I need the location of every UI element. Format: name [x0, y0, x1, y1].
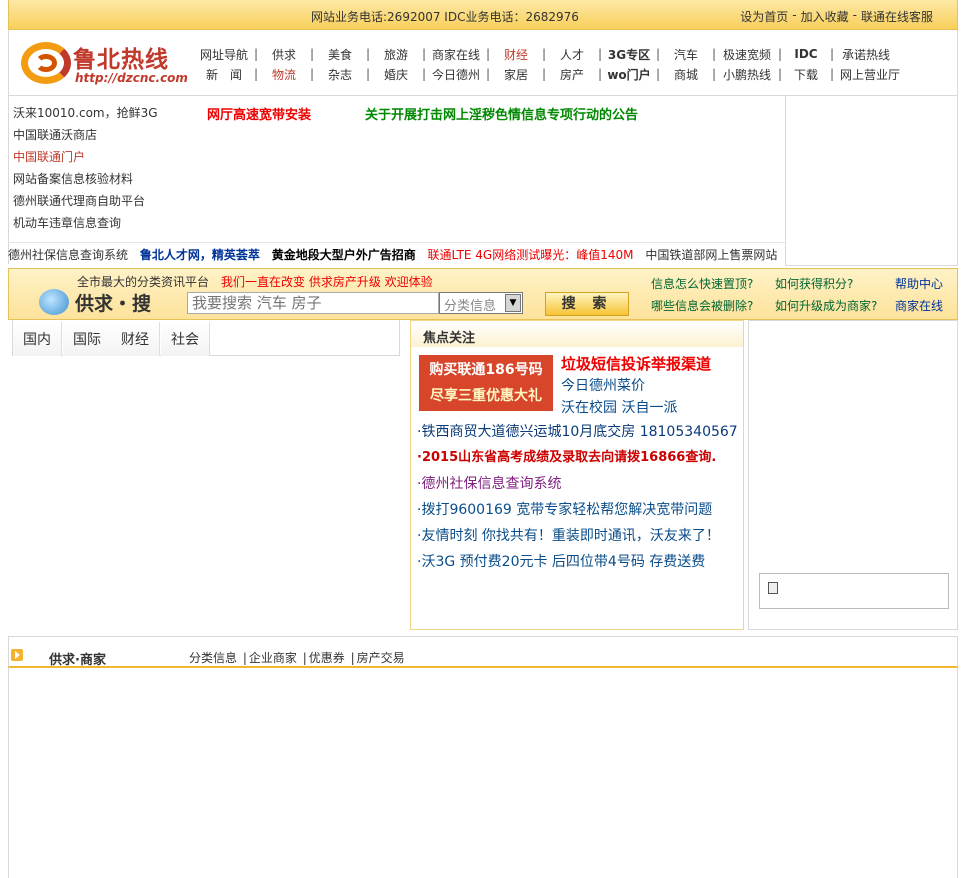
- supply-bar: 供求·商家 分类信息 | 企业商家 | 优惠券 | 房产交易: [8, 636, 958, 668]
- add-favorite-link[interactable]: 加入收藏: [801, 8, 849, 25]
- nav-item[interactable]: wo门户: [607, 66, 651, 83]
- search-input[interactable]: [187, 292, 439, 314]
- nav-item[interactable]: 房产: [551, 66, 593, 83]
- quick-links: 设为首页 - 加入收藏 - 联通在线客服: [740, 8, 933, 25]
- focus-list-item[interactable]: ·友情时刻 你找共有！重装即时通讯，沃友来了！: [417, 523, 738, 549]
- help-center-link[interactable]: 帮助中心: [895, 275, 943, 292]
- nav-item[interactable]: 今日德州: [431, 66, 481, 83]
- online-service-link[interactable]: 联通在线客服: [861, 8, 933, 25]
- promo-banner[interactable]: 购买联通186号码 尽享三重优惠大礼: [419, 355, 553, 411]
- nav-item[interactable]: 承诺热线: [839, 46, 893, 63]
- spam-report-link[interactable]: 垃圾短信投诉举报渠道: [561, 353, 711, 374]
- nav-item[interactable]: 婚庆: [375, 66, 417, 83]
- nav-item[interactable]: 供求: [263, 46, 305, 63]
- nav-item[interactable]: 网址导航: [199, 46, 249, 63]
- help-link[interactable]: 信息怎么快速置顶?: [651, 275, 753, 292]
- supply-content-area: [8, 668, 958, 878]
- focus-link[interactable]: 今日德州菜价: [561, 375, 645, 395]
- nav-item[interactable]: IDC: [787, 47, 825, 61]
- phone-icon: [768, 582, 778, 594]
- set-homepage-link[interactable]: 设为首页: [740, 8, 788, 25]
- nav-row-2: 新 闻 | 物流 | 杂志 | 婚庆 | 今日德州 | 家居 | 房产 | wo门户 | 商城 |…: [199, 64, 951, 84]
- nav-item[interactable]: 商城: [665, 66, 707, 83]
- side-box: [748, 320, 958, 630]
- focus-list-item[interactable]: ·拨打9600169 宽带专家轻松帮您解决宽带问题: [417, 497, 738, 523]
- chevron-down-icon: ▼: [505, 294, 521, 312]
- nav-item[interactable]: 网上营业厅: [839, 66, 901, 83]
- nav-item[interactable]: 财经: [495, 46, 537, 63]
- focus-list-item[interactable]: ·2015山东省高考成绩及录取去向请拨16866查询.: [417, 445, 738, 471]
- service-link[interactable]: 中国联通沃商店: [13, 126, 158, 148]
- nav-item[interactable]: 3G专区: [607, 46, 651, 63]
- ticker-item[interactable]: 鲁北人才网，精英荟萃: [140, 243, 260, 267]
- tab-finance[interactable]: 财经: [111, 322, 160, 356]
- main-nav: 网址导航 | 供求 | 美食 | 旅游 | 商家在线 | 财经 | 人才 | 3G专区 | 汽车…: [199, 44, 951, 84]
- supply-link[interactable]: 优惠券: [309, 651, 345, 665]
- service-link[interactable]: 机动车违章信息查询: [13, 214, 158, 236]
- service-link[interactable]: 中国联通门户: [13, 148, 158, 170]
- merchant-online-link[interactable]: 商家在线: [895, 297, 943, 314]
- search-brand: 供求・搜: [75, 293, 152, 315]
- supply-title: 供求·商家: [49, 653, 106, 668]
- tab-society[interactable]: 社会: [161, 322, 210, 356]
- help-link[interactable]: 如何升级成为商家?: [775, 297, 877, 314]
- service-phone: 网站业务电话:2692007 IDC业务电话：2682976: [311, 10, 579, 24]
- help-link[interactable]: 如何获得积分?: [775, 275, 853, 292]
- nav-item[interactable]: 新 闻: [199, 66, 249, 83]
- focus-title: 焦点关注: [423, 331, 476, 346]
- ticker-item[interactable]: 黄金地段大型户外广告招商: [272, 243, 416, 267]
- nav-item[interactable]: 商家在线: [431, 46, 481, 63]
- link-ticker: 德州社保信息查询系统 鲁北人才网，精英荟萃 黄金地段大型户外广告招商 联通LTE…: [8, 242, 785, 268]
- focus-list-item[interactable]: ·沃3G 预付费20元卡 后四位带4号码 存费送费: [417, 549, 738, 575]
- news-tabs: 国内 国际 财经 社会: [12, 320, 400, 356]
- header: 鲁北热线 http://dzcnc.com 网址导航 | 供求 | 美食 | 旅游 | …: [8, 30, 958, 96]
- ticker-item[interactable]: 德州社保信息查询系统: [8, 243, 128, 267]
- news-area: 沃来10010.com，抢鲜3G 中国联通沃商店 中国联通门户 网站备案信息核验…: [8, 96, 785, 264]
- nav-item[interactable]: 家居: [495, 66, 537, 83]
- help-link[interactable]: 哪些信息会被删除?: [651, 297, 753, 314]
- supply-link[interactable]: 房产交易: [357, 651, 405, 665]
- right-ad-slot: [785, 96, 958, 266]
- tab-international[interactable]: 国际: [63, 322, 112, 356]
- search-slogan: 全市最大的分类资讯平台: [77, 275, 210, 289]
- search-bar: 全市最大的分类资讯平台我们一直在改变 供求房产升级 欢迎体验 供求・搜 分类信息…: [8, 268, 958, 320]
- ticker-item[interactable]: 联通LTE 4G网络测试曝光：峰值140M: [428, 243, 634, 267]
- nav-row-1: 网址导航 | 供求 | 美食 | 旅游 | 商家在线 | 财经 | 人才 | 3G专区 | 汽车…: [199, 44, 951, 64]
- nav-item[interactable]: 旅游: [375, 46, 417, 63]
- focus-list-item[interactable]: ·德州社保信息查询系统: [417, 471, 738, 497]
- arrow-right-icon: [11, 649, 23, 661]
- nav-item[interactable]: 杂志: [319, 66, 361, 83]
- service-link[interactable]: 网站备案信息核验材料: [13, 170, 158, 192]
- focus-list-item[interactable]: ·铁西商贸大道德兴运城10月底交房 18105340567: [417, 419, 738, 445]
- logo-name: 鲁北热线: [73, 46, 169, 73]
- search-slogan-red[interactable]: 我们一直在改变 供求房产升级 欢迎体验: [221, 275, 433, 289]
- nav-item[interactable]: 下载: [787, 66, 825, 83]
- tab-domestic[interactable]: 国内: [13, 322, 62, 356]
- service-link[interactable]: 德州联通代理商自助平台: [13, 192, 158, 214]
- search-button[interactable]: 搜 索: [545, 292, 629, 316]
- focus-panel: 焦点关注 购买联通186号码 尽享三重优惠大礼 垃圾短信投诉举报渠道 今日德州菜…: [410, 320, 744, 630]
- supply-link[interactable]: 企业商家: [249, 651, 297, 665]
- nav-item[interactable]: 美食: [319, 46, 361, 63]
- logo-url: http://dzcnc.com: [75, 71, 188, 85]
- nav-item[interactable]: 汽车: [665, 46, 707, 63]
- nav-item[interactable]: 人才: [551, 46, 593, 63]
- category-select[interactable]: 分类信息 ▼: [439, 292, 523, 314]
- focus-list: ·铁西商贸大道德兴运城10月底交房 18105340567 ·2015山东省高考…: [417, 419, 738, 575]
- nav-item[interactable]: 物流: [263, 66, 305, 83]
- broadband-headline[interactable]: 网厅高速宽带安装: [207, 104, 311, 123]
- ticker-item[interactable]: 中国铁道部网上售票网站: [645, 243, 777, 267]
- service-link[interactable]: 沃来10010.com，抢鲜3G: [13, 104, 158, 126]
- site-logo[interactable]: 鲁北热线 http://dzcnc.com: [21, 38, 188, 88]
- service-links: 沃来10010.com，抢鲜3G 中国联通沃商店 中国联通门户 网站备案信息核验…: [13, 104, 158, 236]
- nav-item[interactable]: 小鹏热线: [721, 66, 773, 83]
- side-mini-box: [759, 573, 949, 609]
- globe-icon: [39, 289, 69, 315]
- focus-link[interactable]: 沃在校园 沃自一派: [561, 397, 677, 417]
- supply-links: 分类信息 | 企业商家 | 优惠券 | 房产交易: [189, 651, 405, 665]
- announcement-headline[interactable]: 关于开展打击网上淫秽色情信息专项行动的公告: [365, 104, 638, 123]
- supply-link[interactable]: 分类信息: [189, 651, 237, 665]
- top-bar: 网站业务电话:2692007 IDC业务电话：2682976 设为首页 - 加入…: [8, 0, 958, 30]
- nav-item[interactable]: 极速宽频: [721, 46, 773, 63]
